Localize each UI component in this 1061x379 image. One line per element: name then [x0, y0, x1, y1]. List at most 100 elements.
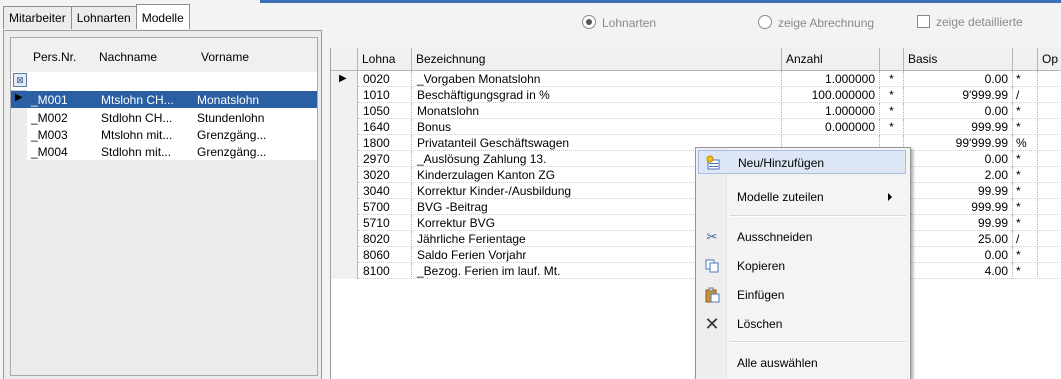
- filter-icon[interactable]: ⊠: [13, 73, 27, 87]
- menu-item-einfuegen[interactable]: Einfügen: [698, 283, 906, 307]
- cell-anzahl-flag[interactable]: *: [880, 103, 904, 119]
- cell-anzahl-flag[interactable]: *: [880, 119, 904, 135]
- tab-mitarbeiter[interactable]: Mitarbeiter: [3, 6, 72, 29]
- app-window: Mitarbeiter Lohnarten Modelle Lohnarten …: [0, 0, 1061, 379]
- cell-basis[interactable]: 999.99: [904, 199, 1013, 215]
- cell-basis-flag[interactable]: *: [1013, 119, 1038, 135]
- table-row[interactable]: 1640 Bonus 0.000000 * 999.99 *: [331, 119, 1061, 135]
- cell-lohnart[interactable]: 1640: [358, 119, 412, 135]
- cell-basis-flag[interactable]: *: [1013, 103, 1038, 119]
- cell-vorname: Monatslohn: [197, 93, 260, 107]
- cell-basis-flag[interactable]: *: [1013, 199, 1038, 215]
- radio-checked-icon: [582, 15, 596, 29]
- menu-item-loeschen[interactable]: ✕ Löschen: [698, 312, 906, 336]
- cell-lohnart[interactable]: 8020: [358, 231, 412, 247]
- cell-basis[interactable]: 0.00: [904, 103, 1013, 119]
- cell-anzahl[interactable]: 0.000000: [782, 119, 880, 135]
- cell-basis-flag[interactable]: /: [1013, 87, 1038, 103]
- cell-lohnart[interactable]: 8100: [358, 263, 412, 279]
- cell-lohnart[interactable]: 0020: [358, 71, 412, 87]
- cell-lohnart[interactable]: 1800: [358, 135, 412, 151]
- cell-anzahl-flag[interactable]: *: [880, 71, 904, 87]
- cell-basis[interactable]: 4.00: [904, 263, 1013, 279]
- cell-basis[interactable]: 0.00: [904, 151, 1013, 167]
- menu-item-ausschneiden[interactable]: ✂ Ausschneiden: [698, 225, 906, 249]
- header-op[interactable]: Op: [1038, 48, 1061, 70]
- header-vorname[interactable]: Vorname: [201, 50, 249, 64]
- cell-bezeichnung[interactable]: _Vorgaben Monatslohn: [412, 71, 782, 87]
- modelle-grid: Pers.Nr. Nachname Vorname ⊠ ▶ _M001 Mtsl…: [10, 37, 318, 376]
- header-anzahl-flag[interactable]: [880, 48, 904, 70]
- cell-basis[interactable]: 999.99: [904, 119, 1013, 135]
- header-persnr[interactable]: Pers.Nr.: [33, 50, 76, 64]
- cell-op: [1038, 231, 1061, 247]
- cell-persnr: _M002: [31, 111, 68, 125]
- cell-basis-flag[interactable]: *: [1013, 167, 1038, 183]
- cell-basis-flag[interactable]: %: [1013, 135, 1038, 151]
- tab-modelle[interactable]: Modelle: [135, 4, 190, 29]
- cell-basis[interactable]: 0.00: [904, 71, 1013, 87]
- table-row[interactable]: _M002 Stdlohn CH... Stundenlohn: [11, 109, 317, 126]
- modelle-panel: Pers.Nr. Nachname Vorname ⊠ ▶ _M001 Mtsl…: [3, 30, 322, 379]
- table-row[interactable]: 1050 Monatslohn 1.000000 * 0.00 *: [331, 103, 1061, 119]
- table-row[interactable]: _M004 Stdlohn mit... Grenzgäng...: [11, 143, 317, 160]
- cell-lohnart[interactable]: 1050: [358, 103, 412, 119]
- cell-basis[interactable]: 99.99: [904, 215, 1013, 231]
- cell-anzahl[interactable]: 100.000000: [782, 87, 880, 103]
- cell-anzahl[interactable]: 1.000000: [782, 103, 880, 119]
- filter-row[interactable]: ⊠: [11, 72, 317, 91]
- header-nachname[interactable]: Nachname: [99, 50, 157, 64]
- menu-item-modelle-zuteilen[interactable]: Modelle zuteilen: [698, 185, 906, 209]
- cell-basis-flag[interactable]: *: [1013, 183, 1038, 199]
- radio-lohnarten-label: Lohnarten: [602, 16, 657, 30]
- cell-basis-flag[interactable]: *: [1013, 71, 1038, 87]
- header-basis-flag[interactable]: [1013, 48, 1038, 70]
- cell-bezeichnung[interactable]: Bonus: [412, 119, 782, 135]
- cell-basis[interactable]: 99'999.99: [904, 135, 1013, 151]
- cell-anzahl-flag[interactable]: *: [880, 87, 904, 103]
- cell-basis-flag[interactable]: *: [1013, 247, 1038, 263]
- cell-basis-flag[interactable]: *: [1013, 263, 1038, 279]
- menu-item-kopieren[interactable]: Kopieren: [698, 254, 906, 278]
- table-row[interactable]: _M003 Mtslohn mit... Grenzgäng...: [11, 126, 317, 143]
- cell-lohnart[interactable]: 5700: [358, 199, 412, 215]
- cell-basis[interactable]: 99.99: [904, 183, 1013, 199]
- table-row[interactable]: ▶ _M001 Mtslohn CH... Monatslohn: [11, 91, 317, 108]
- cell-op: [1038, 263, 1061, 279]
- menu-item-neu-hinzufuegen[interactable]: Neu/Hinzufügen: [698, 150, 906, 174]
- cell-basis-flag[interactable]: *: [1013, 151, 1038, 167]
- header-basis[interactable]: Basis: [904, 48, 1013, 70]
- cell-lohnart[interactable]: 3020: [358, 167, 412, 183]
- cell-nachname: Stdlohn CH...: [101, 111, 173, 125]
- header-lohnart[interactable]: Lohna: [358, 48, 412, 70]
- row-pointer-icon: ▶: [15, 92, 23, 103]
- cell-basis[interactable]: 2.00: [904, 167, 1013, 183]
- cell-basis[interactable]: 9'999.99: [904, 87, 1013, 103]
- cell-basis[interactable]: 25.00: [904, 231, 1013, 247]
- header-anzahl[interactable]: Anzahl: [782, 48, 880, 70]
- radio-lohnarten[interactable]: Lohnarten: [582, 15, 656, 30]
- row-indicator: [331, 151, 358, 167]
- cell-lohnart[interactable]: 1010: [358, 87, 412, 103]
- cell-lohnart[interactable]: 5710: [358, 215, 412, 231]
- radio-abrechnung[interactable]: zeige Abrechnung: [758, 15, 874, 30]
- cell-lohnart[interactable]: 8060: [358, 247, 412, 263]
- tab-lohnarten[interactable]: Lohnarten: [70, 6, 137, 29]
- table-row[interactable]: 1010 Beschäftigungsgrad in % 100.000000 * 9'…: [331, 87, 1061, 103]
- row-indicator: [331, 247, 358, 263]
- cell-bezeichnung[interactable]: Monatslohn: [412, 103, 782, 119]
- table-row[interactable]: ▶ 0020 _Vorgaben Monatslohn 1.000000 * 0.00 *: [331, 71, 1061, 87]
- header-bezeichnung[interactable]: Bezeichnung: [412, 48, 782, 70]
- menu-item-alle-auswaehlen[interactable]: Alle auswählen: [698, 351, 906, 375]
- cell-persnr: _M003: [31, 128, 68, 142]
- checkbox-detail[interactable]: zeige detaillierte: [917, 15, 1023, 29]
- cell-bezeichnung[interactable]: Beschäftigungsgrad in %: [412, 87, 782, 103]
- cell-lohnart[interactable]: 3040: [358, 183, 412, 199]
- cell-basis-flag[interactable]: *: [1013, 215, 1038, 231]
- cell-anzahl[interactable]: 1.000000: [782, 71, 880, 87]
- cell-basis-flag[interactable]: /: [1013, 231, 1038, 247]
- cell-basis[interactable]: 0.00: [904, 247, 1013, 263]
- cell-lohnart[interactable]: 2970: [358, 151, 412, 167]
- row-indicator: [331, 199, 358, 215]
- menu-item-label: Ausschneiden: [737, 230, 813, 244]
